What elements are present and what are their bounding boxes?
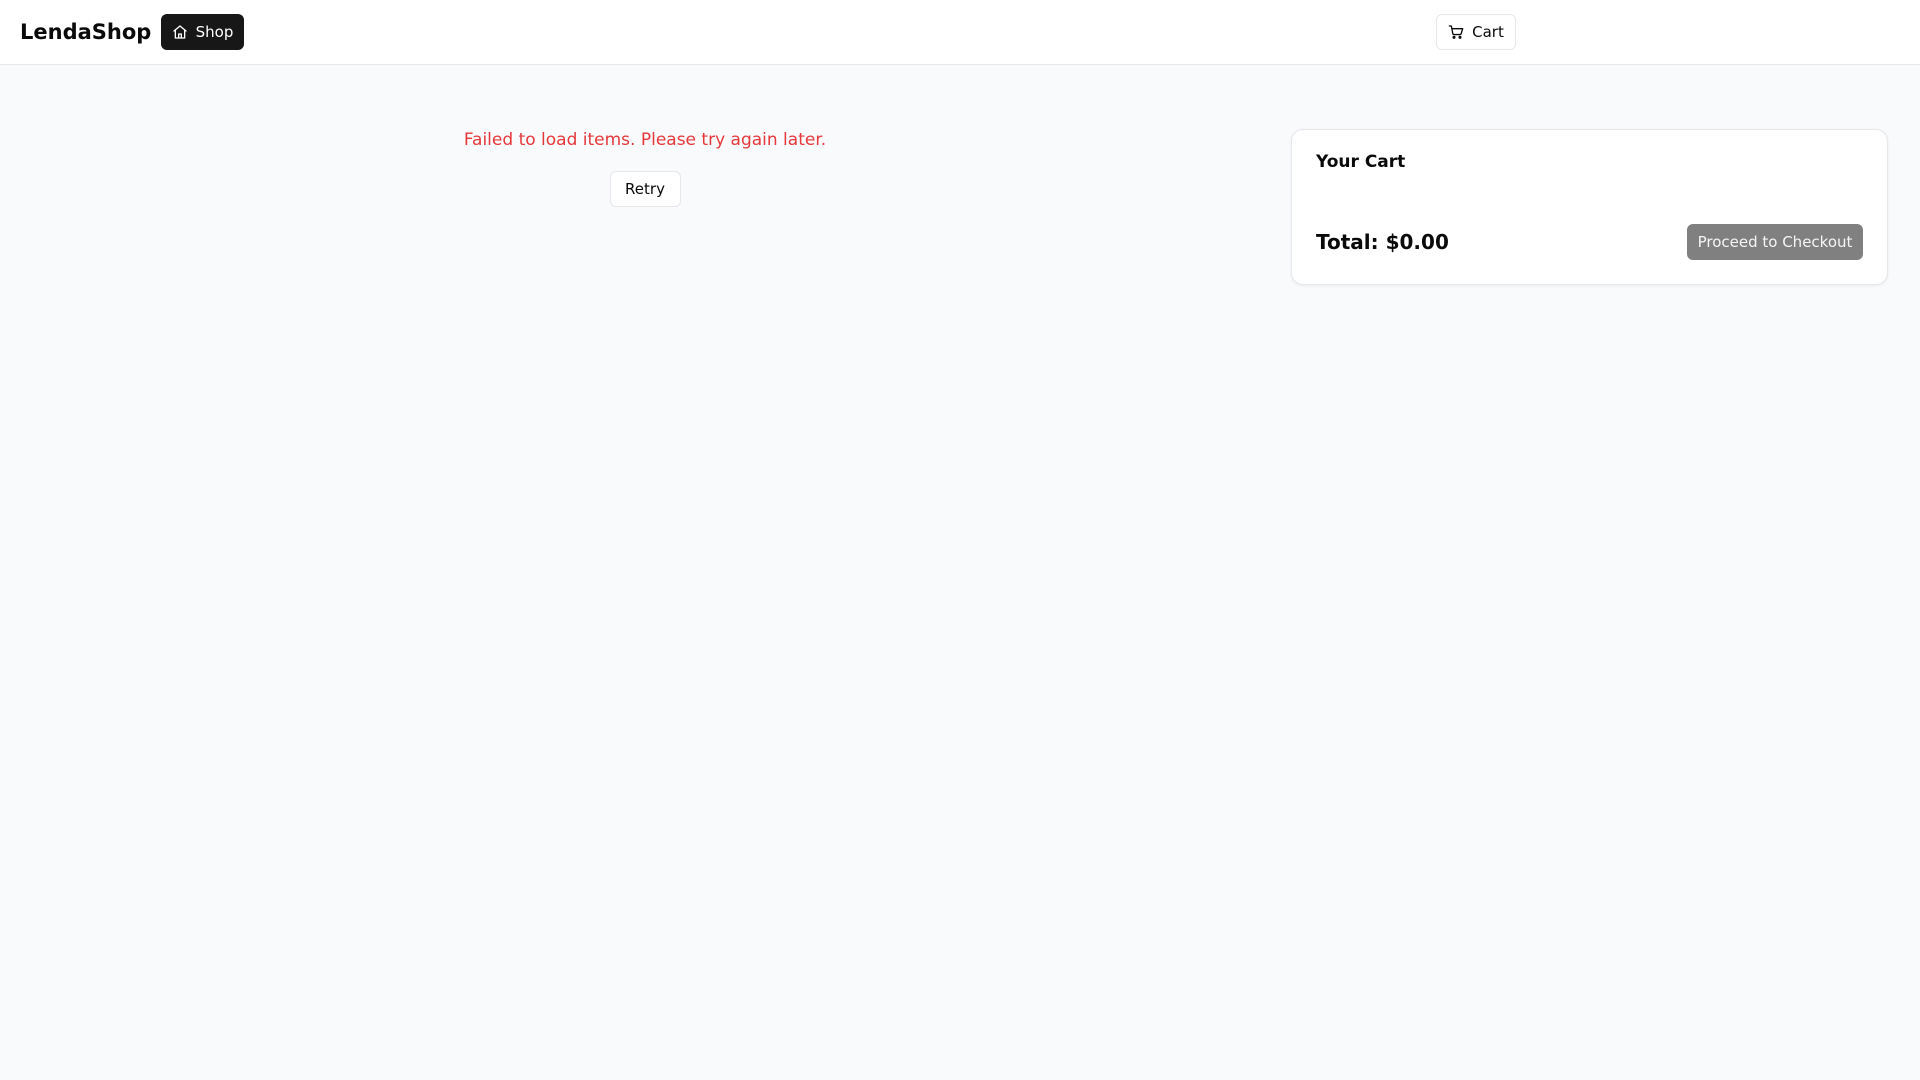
cart-summary-card: Your Cart Total: $0.00 Proceed to Checko…: [1291, 129, 1888, 285]
cart-total: Total: $0.00: [1316, 230, 1449, 254]
cart-title: Your Cart: [1316, 152, 1406, 172]
cart-nav-label: Cart: [1472, 23, 1504, 41]
checkout-button[interactable]: Proceed to Checkout: [1687, 224, 1863, 260]
cart-nav-button[interactable]: Cart: [1436, 14, 1516, 50]
brand-logo[interactable]: LendaShop: [20, 17, 151, 47]
top-nav: LendaShop Shop Cart: [0, 0, 1920, 65]
shop-nav-label: Shop: [195, 23, 234, 41]
retry-button[interactable]: Retry: [609, 171, 681, 207]
shop-nav-button[interactable]: Shop: [161, 14, 244, 50]
items-error-panel: Failed to load items. Please try again l…: [0, 126, 1290, 207]
cart-icon: [1448, 24, 1464, 40]
error-message: Failed to load items. Please try again l…: [463, 130, 827, 150]
home-icon: [172, 24, 188, 40]
